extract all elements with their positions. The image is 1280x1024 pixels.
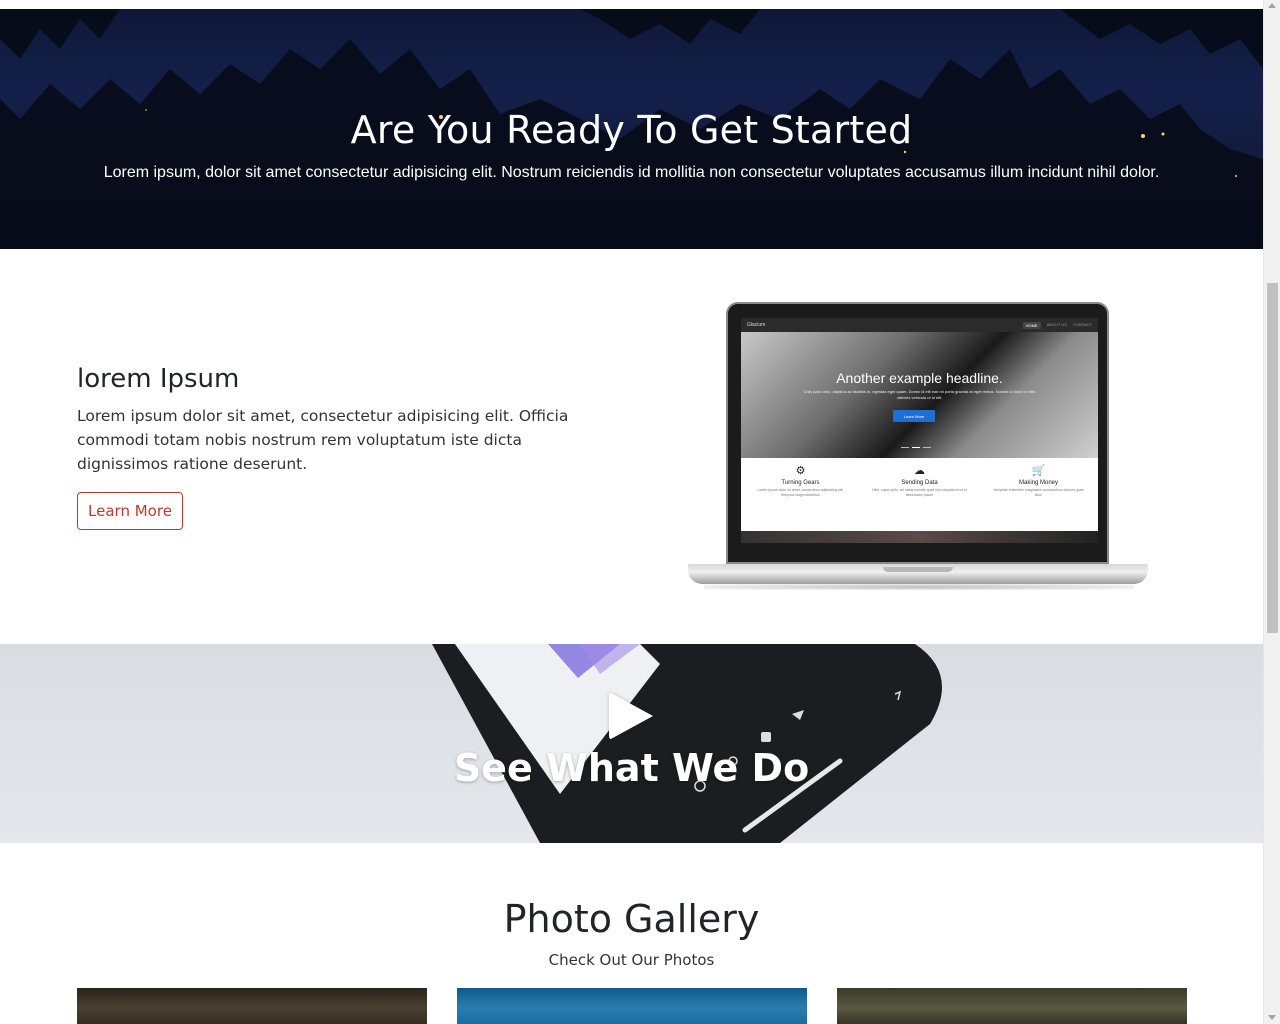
phone-background-image xyxy=(432,644,942,843)
gallery-photo[interactable] xyxy=(837,988,1187,1024)
screen-navbar: Glacium HOME ABOUT US CONTACT xyxy=(741,318,1098,332)
gallery-subtitle: Check Out Our Photos xyxy=(548,951,715,969)
laptop-image: Glacium HOME ABOUT US CONTACT Another ex… xyxy=(684,302,1150,592)
screen-headline: Another example headline. xyxy=(836,370,1003,386)
cart-icon: 🛒 xyxy=(1031,465,1046,477)
laptop-base xyxy=(688,564,1148,584)
screen-learn-more-button: Learn More xyxy=(893,410,935,422)
screen-nav-about: ABOUT US xyxy=(1046,321,1067,327)
hero-title: Are You Ready To Get Started xyxy=(350,108,913,152)
gallery-title: Photo Gallery xyxy=(503,897,760,941)
screen-brand: Glacium xyxy=(747,322,766,328)
screen-footer-strip xyxy=(741,531,1098,543)
laptop-screen: Glacium HOME ABOUT US CONTACT Another ex… xyxy=(741,318,1098,543)
gallery-photo[interactable] xyxy=(77,988,427,1024)
laptop-shadow xyxy=(704,584,1134,590)
video-section: See What We Do xyxy=(0,644,1263,843)
laptop-lid: Glacium HOME ABOUT US CONTACT Another ex… xyxy=(726,302,1109,564)
feature-title: lorem Ipsum xyxy=(77,364,240,394)
feature-text: Lorem ipsum dolor sit amet, consectetur … xyxy=(77,407,569,473)
scrollbar-thumb[interactable] xyxy=(1267,283,1278,633)
top-bar xyxy=(0,0,1263,9)
cloud-icon: ☁ xyxy=(914,465,925,477)
screen-column: 🛒 Making Money Voluptate ensemble volupt… xyxy=(991,464,1086,498)
screen-column-text: Lorem ipsum dolor sit amet, consectetur … xyxy=(757,488,844,497)
screen-column-title: Making Money xyxy=(1018,480,1059,486)
screen-carousel-dots xyxy=(901,447,931,448)
screen-columns: ⚙ Turning Gears Lorem ipsum dolor sit am… xyxy=(741,458,1098,498)
hero-section: Are You Ready To Get Started Lorem ipsum… xyxy=(0,9,1263,249)
video-title: See What We Do xyxy=(453,746,810,790)
learn-more-button[interactable]: Learn More xyxy=(77,492,183,530)
screen-column-title: Turning Gears xyxy=(781,480,820,486)
scroll-up-arrow-icon[interactable] xyxy=(1268,3,1276,8)
hero-text: Lorem ipsum, dolor sit amet consectetur … xyxy=(103,164,1160,181)
screen-column-text: Nihil, culpa optio, ad natus eveniet qua… xyxy=(872,488,967,497)
screen-nav-home: HOME xyxy=(1022,321,1041,329)
screen-column: ⚙ Turning Gears Lorem ipsum dolor sit am… xyxy=(753,464,848,498)
gear-icon: ⚙ xyxy=(795,465,806,477)
screen-column: ☁ Sending Data Nihil, culpa optio, ad na… xyxy=(872,464,967,498)
feature-section: lorem Ipsum Lorem ipsum dolor sit amet, … xyxy=(0,249,1263,644)
scroll-down-arrow-icon[interactable] xyxy=(1268,1015,1276,1020)
screen-nav-contact: CONTACT xyxy=(1072,321,1092,327)
screen-hero: Another example headline. Cras justo odi… xyxy=(741,332,1098,458)
screen-subtext: Cras justo odio, dapibus ac facilisis in… xyxy=(803,389,1036,400)
screen-column-text: Voluptate ensemble voluptatem accusantiu… xyxy=(993,488,1084,497)
page-scrollbar[interactable] xyxy=(1263,0,1280,1024)
gallery-section: Photo Gallery Check Out Our Photos xyxy=(0,843,1263,1024)
screen-column-title: Sending Data xyxy=(901,480,938,486)
gallery-photo[interactable] xyxy=(457,988,807,1024)
play-icon[interactable] xyxy=(609,692,653,740)
